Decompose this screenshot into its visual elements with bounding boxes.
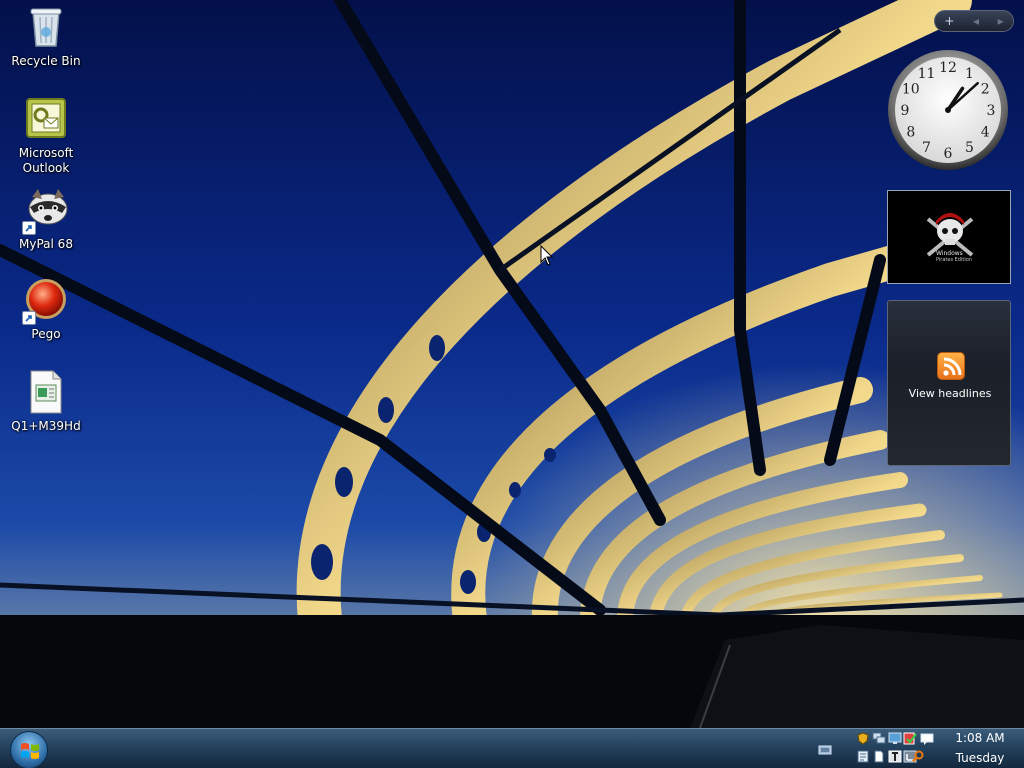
- desktop-icon-label: Q1+M39Hd: [11, 419, 81, 433]
- pirate-skull-image: [926, 213, 974, 257]
- message-icon[interactable]: [920, 732, 934, 745]
- taskbar-clock-time[interactable]: 1:08 AM: [950, 731, 1010, 745]
- outlook-icon: [22, 96, 70, 144]
- previous-page-button[interactable]: ◂: [973, 14, 979, 28]
- desktop-icon-pego[interactable]: Pego: [1, 277, 91, 342]
- clock-numeral: 7: [922, 140, 931, 156]
- raccoon-icon: [22, 187, 70, 235]
- document-icon[interactable]: [872, 750, 886, 763]
- document-file-icon: [22, 369, 70, 417]
- windows-logo-icon: [21, 743, 39, 759]
- view-headlines-link[interactable]: View headlines: [888, 387, 1012, 400]
- rss-feed-icon: [937, 352, 965, 380]
- clock-numeral: 1: [965, 66, 974, 82]
- slideshow-caption: Windows Pirates Edition: [936, 250, 972, 264]
- search-icon[interactable]: [911, 750, 925, 763]
- clock-numeral: 4: [981, 125, 990, 141]
- taskbar-clock-day[interactable]: Tuesday: [950, 751, 1010, 765]
- shortcut-arrow-icon: [22, 221, 36, 235]
- next-page-button[interactable]: ▸: [998, 14, 1004, 28]
- desktop-icon-label: Microsoft: [18, 146, 74, 160]
- desktop-icon-label: Outlook: [22, 161, 70, 175]
- security-shield-icon[interactable]: [856, 732, 870, 745]
- feed-headlines-gadget[interactable]: View headlines: [887, 300, 1011, 466]
- pego-ball-icon: [22, 277, 70, 325]
- clock-numeral: 5: [965, 140, 974, 156]
- recycle-bin-icon: [22, 4, 70, 52]
- desktop-icon-recycle-bin[interactable]: Recycle Bin: [1, 4, 91, 69]
- clock-numeral: 11: [918, 66, 936, 82]
- update-check-icon[interactable]: [903, 732, 917, 745]
- desktop-icon-mypal[interactable]: MyPal 68: [1, 187, 91, 252]
- desktop-wallpaper: [0, 0, 1024, 728]
- clock-numeral: 12: [939, 60, 957, 76]
- clock-numeral: 2: [981, 82, 990, 98]
- notepad-icon[interactable]: [856, 750, 870, 763]
- notification-area: 1:08 AM Tuesday: [810, 729, 1024, 768]
- clock-face: 12 12 3 45678 9 1011: [888, 50, 1008, 170]
- font-tool-icon[interactable]: [888, 750, 902, 763]
- display-icon[interactable]: [888, 732, 902, 745]
- taskbar: 1:08 AM Tuesday: [0, 728, 1024, 768]
- network-icon[interactable]: [872, 732, 886, 745]
- desktop-icon-label: MyPal 68: [19, 237, 73, 251]
- desktop-icon-label: Recycle Bin: [11, 54, 81, 68]
- clock-numeral: 3: [987, 103, 996, 119]
- slideshow-gadget[interactable]: Windows Pirates Edition: [887, 190, 1011, 284]
- clock-gadget[interactable]: 12 1 2 3 4 5 6 7 8 9 10 11: [886, 48, 1010, 172]
- clock-numeral: 8: [906, 125, 915, 141]
- desktop-icon-microsoft-outlook[interactable]: Microsoft Outlook: [1, 96, 91, 176]
- shortcut-arrow-icon: [22, 311, 36, 325]
- clock-numeral: 10: [902, 82, 920, 98]
- desktop-icon-label: Pego: [31, 327, 61, 341]
- clock-numeral: 6: [944, 146, 953, 162]
- keyboard-input-icon[interactable]: [818, 743, 832, 756]
- mouse-pointer-icon: [540, 245, 554, 266]
- desktop-icon-q1-m39hd[interactable]: Q1+M39Hd: [1, 369, 91, 434]
- clock-numeral: 9: [901, 103, 910, 119]
- add-gadget-button[interactable]: +: [944, 14, 954, 28]
- sidebar-toolbar: + ◂ ▸: [934, 10, 1014, 32]
- start-button[interactable]: [10, 731, 48, 768]
